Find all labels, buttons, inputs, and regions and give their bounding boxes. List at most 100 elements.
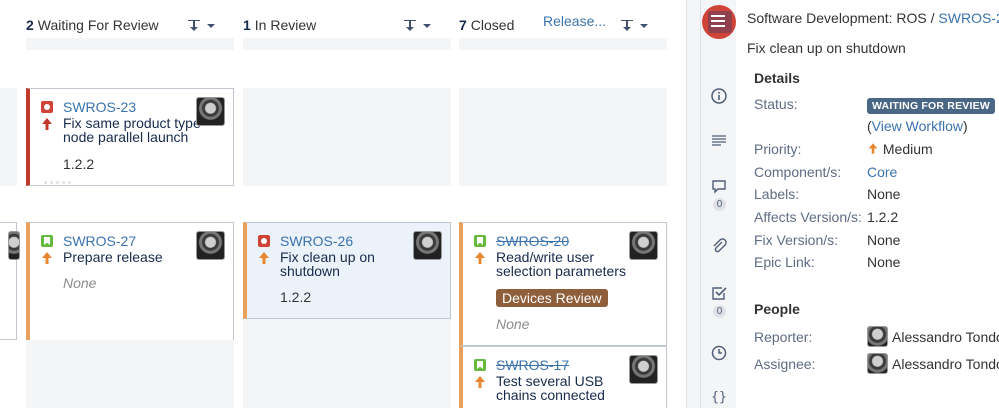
- issue-summary: Fix clean up on shutdown: [280, 249, 375, 279]
- reporter-label: Reporter:: [754, 329, 813, 345]
- issue-key[interactable]: SWROS-23: [63, 99, 136, 115]
- labels-value[interactable]: None: [867, 186, 900, 202]
- issue-card[interactable]: SWROS-17 Test several USB chains connect…: [459, 346, 667, 408]
- affects-version-label: Affects Version/s:: [754, 209, 862, 225]
- fix-version-value[interactable]: None: [867, 232, 900, 248]
- status-value[interactable]: WAITING FOR REVIEW: [867, 96, 995, 114]
- project-link[interactable]: Software Development: ROS: [747, 10, 927, 26]
- column-name: Waiting For Review: [37, 17, 159, 33]
- view-workflow-link[interactable]: View Workflow: [872, 118, 963, 134]
- issue-summary: Prepare release: [63, 249, 163, 265]
- release-link[interactable]: Release...: [543, 13, 606, 29]
- column-count: 1: [243, 17, 251, 33]
- issue-card-selected[interactable]: SWROS-26 Fix clean up on shutdown 1.2.2: [243, 222, 451, 319]
- fix-version-none: None: [63, 275, 97, 291]
- nav-subtasks[interactable]: [709, 283, 729, 303]
- column-bg: [243, 88, 451, 186]
- assignee-value[interactable]: Alessandro Tondo: [867, 353, 999, 374]
- issue-title[interactable]: Fix clean up on shutdown: [747, 40, 906, 56]
- fix-version-none: None: [496, 316, 530, 332]
- story-icon: [474, 235, 486, 247]
- issue-key[interactable]: SWROS-27: [63, 233, 136, 249]
- story-icon: [41, 235, 53, 247]
- column-name: In Review: [254, 17, 317, 33]
- priority-medium-icon: [42, 252, 52, 264]
- assignee-label: Assignee:: [754, 356, 816, 372]
- column-count: 2: [26, 17, 34, 33]
- issue-card[interactable]: SWROS-20 Read/write user selection param…: [459, 222, 667, 346]
- avatar: [867, 326, 888, 347]
- epic-link-value[interactable]: None: [867, 254, 900, 270]
- column-bg: [26, 38, 234, 50]
- avatar: [8, 231, 20, 260]
- components-value[interactable]: Core: [867, 164, 897, 180]
- people-heading: People: [754, 301, 800, 317]
- breadcrumb: Software Development: ROS / SWROS-26: [747, 10, 999, 26]
- priority-medium-icon: [42, 118, 52, 130]
- column-bg: [459, 88, 667, 186]
- bug-icon: [41, 101, 53, 113]
- details-heading: Details: [754, 70, 800, 86]
- issue-card[interactable]: SWROS-23 Fix same product type node para…: [26, 88, 234, 186]
- nav-development[interactable]: {}: [709, 387, 729, 407]
- issue-key[interactable]: SWROS-17: [496, 357, 569, 373]
- column-count: 7: [459, 17, 467, 33]
- nav-details[interactable]: [709, 86, 729, 106]
- priority-medium-icon: [259, 252, 269, 264]
- comment-icon: [712, 180, 726, 194]
- column-menu-dropdown[interactable]: [187, 17, 217, 33]
- project-avatar-icon[interactable]: [702, 5, 736, 39]
- drag-handle[interactable]: [44, 181, 71, 184]
- priority-medium-icon: [475, 376, 485, 388]
- nav-history[interactable]: [709, 343, 729, 363]
- status-lozenge[interactable]: WAITING FOR REVIEW: [867, 98, 995, 114]
- issue-summary: Fix same product type node parallel laun…: [63, 115, 201, 145]
- epic-link-label: Epic Link:: [754, 254, 815, 270]
- epic-label[interactable]: Devices Review: [496, 289, 608, 307]
- description-icon: [712, 135, 726, 146]
- download-chevron-icon: [404, 20, 431, 31]
- download-chevron-icon: [188, 20, 215, 31]
- clock-icon: [711, 345, 727, 361]
- board: 2 Waiting For Review 1 In Review 7 Close…: [0, 0, 686, 408]
- nav-description[interactable]: [709, 131, 729, 151]
- nav-attachments[interactable]: [709, 236, 729, 256]
- view-workflow: (View Workflow): [867, 118, 968, 134]
- column-menu-dropdown[interactable]: [620, 17, 650, 33]
- reporter-value[interactable]: Alessandro Tondo: [867, 326, 999, 347]
- bug-icon: [258, 235, 270, 247]
- labels-label: Labels:: [754, 186, 800, 202]
- fix-version-label: Fix Version/s:: [754, 232, 839, 248]
- story-icon: [474, 359, 486, 371]
- comments-count: 0: [713, 198, 726, 211]
- fix-version: 1.2.2: [280, 289, 312, 305]
- info-icon: [711, 88, 727, 104]
- panel-resize-handle[interactable]: [686, 0, 700, 408]
- issue-key-link[interactable]: SWROS-26: [938, 10, 999, 26]
- column-bg: [459, 38, 667, 50]
- fix-version: 1.2.2: [63, 156, 95, 172]
- avatar: [196, 97, 225, 126]
- avatar: [629, 355, 658, 384]
- nav-comments[interactable]: [709, 176, 729, 196]
- issue-key[interactable]: SWROS-20: [496, 233, 569, 249]
- checkbox-icon: [712, 287, 727, 300]
- column-bg: [243, 38, 451, 50]
- components-label: Component/s:: [754, 164, 842, 180]
- issue-summary: Read/write user selection parameters: [496, 249, 626, 279]
- issue-card-partial[interactable]: [0, 222, 20, 340]
- issue-summary: Test several USB chains connected: [496, 373, 605, 403]
- code-braces-icon: {}: [711, 389, 727, 405]
- paperclip-icon: [713, 238, 727, 253]
- subtasks-count: 0: [713, 305, 726, 318]
- status-label: Status:: [754, 96, 798, 112]
- issue-card[interactable]: SWROS-27 Prepare release None: [26, 222, 234, 340]
- priority-value[interactable]: Medium: [867, 141, 933, 157]
- avatar: [413, 231, 442, 260]
- column-bg: [0, 88, 17, 186]
- column-menu-dropdown[interactable]: [403, 17, 433, 33]
- issue-key[interactable]: SWROS-26: [280, 233, 353, 249]
- priority-label: Priority:: [754, 141, 802, 157]
- affects-version-value[interactable]: 1.2.2: [867, 209, 898, 225]
- detail-side-nav: 0 0 {}: [700, 0, 736, 408]
